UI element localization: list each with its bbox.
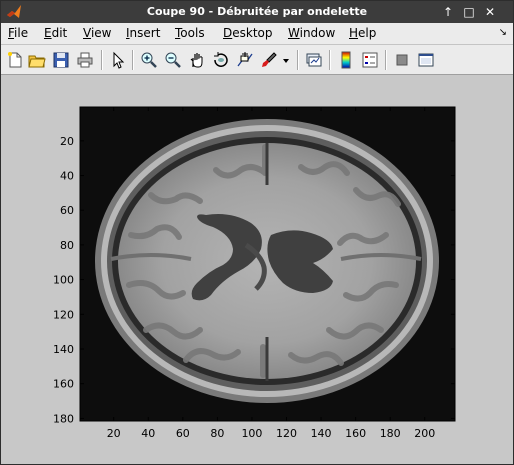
- dock-arrow-icon[interactable]: ↘: [499, 27, 507, 38]
- y-tick-label: 60: [60, 204, 74, 217]
- zoom-out-icon[interactable]: [164, 51, 182, 69]
- menu-edit-mnemonic: E: [44, 26, 52, 40]
- x-tick-label: 80: [210, 427, 224, 440]
- x-tick-label: 140: [311, 427, 332, 440]
- toolbar-separator: [132, 50, 134, 70]
- y-tick-label: 120: [53, 308, 74, 321]
- menu-bar: File Edit View Insert Tools Desktop Wind…: [1, 23, 513, 45]
- y-tick-label: 100: [53, 274, 74, 287]
- x-tick-label: 200: [414, 427, 435, 440]
- pan-hand-icon[interactable]: [188, 51, 206, 69]
- menu-view[interactable]: View: [83, 26, 111, 40]
- maximize-button[interactable]: ↑: [440, 4, 456, 20]
- x-tick-label: 20: [107, 427, 121, 440]
- rotate-3d-icon[interactable]: [212, 51, 230, 69]
- menu-file-rest: ile: [14, 26, 29, 40]
- x-tick-label: 180: [380, 427, 401, 440]
- close-button[interactable]: ✕: [482, 4, 498, 20]
- menu-tools-rest: ools: [180, 26, 205, 40]
- menu-view-mnemonic: V: [83, 26, 91, 40]
- menu-tools[interactable]: Tools: [175, 26, 205, 40]
- menu-file[interactable]: File: [8, 26, 28, 40]
- y-tick-label: 80: [60, 239, 74, 252]
- menu-help-rest: elp: [358, 26, 377, 40]
- x-tick-label: 60: [176, 427, 190, 440]
- menu-view-rest: iew: [90, 26, 112, 40]
- print-figure-icon[interactable]: [76, 51, 94, 69]
- title-bar[interactable]: Coupe 90 - Débruitée par ondelette ↑ □ ✕: [1, 1, 513, 23]
- show-plot-tools-icon[interactable]: [417, 51, 435, 69]
- menu-help[interactable]: Help: [349, 26, 376, 40]
- x-tick-label: 100: [241, 427, 262, 440]
- data-cursor-icon[interactable]: [236, 51, 254, 69]
- y-tick-label: 160: [53, 378, 74, 391]
- toolbar-separator: [329, 50, 331, 70]
- y-tick-label: 140: [53, 343, 74, 356]
- brush-icon[interactable]: [260, 51, 278, 69]
- toolbar-separator: [385, 50, 387, 70]
- brush-dropdown-icon[interactable]: [281, 51, 291, 69]
- menu-edit-rest: dit: [51, 26, 68, 40]
- menu-desktop-rest: esktop: [232, 26, 273, 40]
- menu-help-mnemonic: H: [349, 26, 359, 40]
- new-figure-icon[interactable]: [6, 51, 24, 69]
- open-file-icon[interactable]: [28, 51, 46, 69]
- menu-insert-rest: nsert: [129, 26, 161, 40]
- minimize-button[interactable]: □: [461, 4, 477, 20]
- axes[interactable]: 20 40 60 80 100 120 140 160 180 200 20 40 60 80 100 12…: [1, 75, 513, 464]
- window-title: Coupe 90 - Débruitée par ondelette: [146, 5, 368, 18]
- y-tick-label: 180: [53, 412, 74, 425]
- menu-desktop[interactable]: Desktop: [223, 26, 273, 40]
- menu-edit[interactable]: Edit: [44, 26, 67, 40]
- x-tick-label: 40: [141, 427, 155, 440]
- insert-colorbar-icon[interactable]: [337, 51, 355, 69]
- menu-window[interactable]: Window: [288, 26, 335, 40]
- menu-window-mnemonic: W: [288, 26, 300, 40]
- menu-window-rest: indow: [299, 26, 336, 40]
- y-tick-label: 40: [60, 170, 74, 183]
- figure-window: Coupe 90 - Débruitée par ondelette ↑ □ ✕…: [0, 0, 514, 465]
- insert-legend-icon[interactable]: [361, 51, 379, 69]
- toolbar-separator: [297, 50, 299, 70]
- x-tick-label: 160: [345, 427, 366, 440]
- mri-image: [80, 107, 455, 421]
- x-tick-label: 120: [276, 427, 297, 440]
- figure-toolbar: [1, 45, 513, 75]
- toolbar-separator: [101, 50, 103, 70]
- figure-canvas: 20 40 60 80 100 120 140 160 180 200 20 40 60 80 100 12…: [1, 75, 513, 464]
- menu-insert[interactable]: Insert: [126, 26, 160, 40]
- menu-desktop-mnemonic: D: [223, 26, 233, 40]
- save-figure-icon[interactable]: [52, 51, 70, 69]
- hide-plot-tools-icon[interactable]: [393, 51, 411, 69]
- link-plot-icon[interactable]: [305, 51, 323, 69]
- zoom-in-icon[interactable]: [140, 51, 158, 69]
- y-tick-label: 20: [60, 135, 74, 148]
- edit-plot-icon[interactable]: [109, 51, 127, 69]
